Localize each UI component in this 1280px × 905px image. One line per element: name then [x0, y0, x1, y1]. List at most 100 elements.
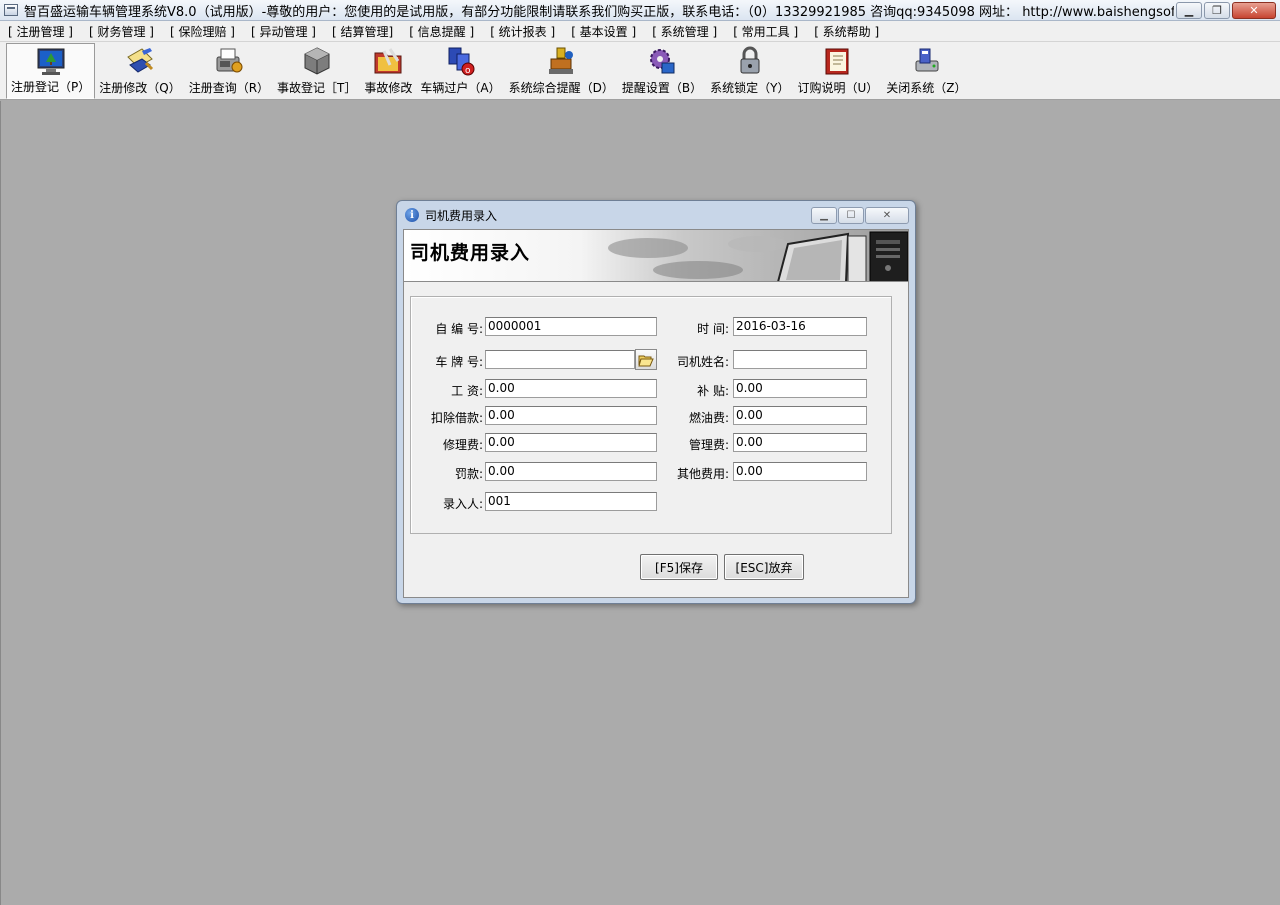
- toolbar-order-info-button[interactable]: 订购说明（U）: [793, 43, 882, 99]
- menu-tools[interactable]: [ 常用工具 ]: [729, 23, 810, 40]
- repair-label: 修理费:: [442, 438, 483, 452]
- book-icon: [825, 48, 849, 75]
- menu-change[interactable]: [ 异动管理 ]: [247, 23, 328, 40]
- driver-label: 司机姓名:: [676, 355, 729, 369]
- menu-register[interactable]: [ 注册管理 ]: [4, 23, 85, 40]
- fine-label: 罚款:: [454, 467, 483, 481]
- toolbar-reminder-button[interactable]: 系统综合提醒（D）: [505, 43, 618, 99]
- minimize-button[interactable]: ▁: [1176, 1, 1202, 19]
- svg-text:o: o: [465, 66, 471, 76]
- dialog-minimize-button[interactable]: ▁: [811, 206, 837, 224]
- app-icon: [4, 4, 18, 16]
- lock-icon: [740, 46, 760, 74]
- dialog-controls: ▁ ☐ ✕: [810, 206, 909, 224]
- close-icon: ✕: [882, 209, 892, 221]
- toolbar-label: 事故登记［T］: [277, 81, 357, 95]
- computer-illustration: [608, 231, 908, 281]
- toolbar: 注册登记（P） 注册修改（Q） 注册查询（R） 事故登记［T］ 事故修改 o 车…: [0, 42, 1280, 100]
- toolbar-label: 订购说明（U）: [797, 81, 879, 95]
- plate-label: 车 牌 号:: [435, 355, 483, 369]
- maximize-icon: ☐: [846, 209, 856, 221]
- plate-browse-button[interactable]: [635, 349, 657, 370]
- subsidy-label: 补 贴:: [697, 384, 729, 398]
- salary-field[interactable]: 0.00: [485, 379, 657, 398]
- folder-open-icon: [638, 355, 654, 366]
- window-title: 智百盛运输车辆管理系统V8.0（试用版）-尊敬的用户：您使用的是试用版，有部分功…: [24, 4, 1174, 20]
- management-label: 管理费:: [688, 438, 729, 452]
- box-icon: [304, 47, 330, 75]
- menu-settlement[interactable]: [ 结算管理]: [328, 23, 405, 40]
- toolbar-label: 注册修改（Q）: [99, 81, 181, 95]
- menu-reports[interactable]: [ 统计报表 ]: [486, 23, 567, 40]
- toolbar-label: 事故修改: [364, 81, 413, 95]
- salary-label: 工 资:: [451, 384, 483, 398]
- menu-finance[interactable]: [ 财务管理 ]: [85, 23, 166, 40]
- menu-bar: [ 注册管理 ] [ 财务管理 ] [ 保险理赔 ] [ 异动管理 ] [ 结算…: [0, 21, 1280, 42]
- time-field[interactable]: 2016-03-16: [733, 317, 867, 336]
- fine-field[interactable]: 0.00: [485, 462, 657, 481]
- fax-search-icon: [216, 48, 243, 73]
- menu-insurance[interactable]: [ 保险理赔 ]: [166, 23, 247, 40]
- save-button[interactable]: [F5]保存: [640, 554, 718, 580]
- banner-title: 司机费用录入: [410, 242, 531, 264]
- deduct-loan-label: 扣除借款:: [430, 411, 483, 425]
- close-button[interactable]: ✕: [1232, 1, 1276, 19]
- cancel-button[interactable]: [ESC]放弃: [724, 554, 804, 580]
- dialog-close-button[interactable]: ✕: [865, 206, 909, 224]
- dialog-banner: 司机费用录入: [404, 230, 908, 282]
- time-label: 时 间:: [697, 322, 729, 336]
- toolbar-label: 车辆过户（A）: [420, 81, 501, 95]
- minimize-icon: ▁: [820, 209, 828, 221]
- driver-field[interactable]: [733, 350, 867, 369]
- restore-button[interactable]: ❐: [1204, 1, 1230, 19]
- alert-icon: [549, 47, 574, 74]
- info-icon: i: [405, 208, 419, 222]
- toolbar-exit-button[interactable]: 关闭系统（Z）: [882, 43, 970, 99]
- minimize-icon: ▁: [1184, 3, 1194, 17]
- menu-reminder[interactable]: [ 信息提醒 ]: [405, 23, 486, 40]
- toolbar-label: 系统综合提醒（D）: [508, 81, 614, 95]
- plate-field[interactable]: [485, 350, 635, 369]
- monitor-icon: [37, 48, 65, 75]
- toolbar-reminder-settings-button[interactable]: 提醒设置（B）: [618, 43, 706, 99]
- expense-form: 自 编 号: 0000001 时 间: 2016-03-16 车 牌 号: 司机…: [410, 296, 892, 534]
- restore-icon: ❐: [1212, 3, 1222, 17]
- entered-by-label: 录入人:: [442, 497, 483, 511]
- driver-expense-dialog: i 司机费用录入 ▁ ☐ ✕ 司机费用录入 自 编 号: 0000001 时 间…: [396, 200, 916, 604]
- serial-label: 自 编 号:: [435, 322, 483, 336]
- toolbar-transfer-button[interactable]: o 车辆过户（A）: [416, 43, 504, 99]
- subsidy-field[interactable]: 0.00: [733, 379, 867, 398]
- dialog-body: 司机费用录入 自 编 号: 0000001 时 间: 2016-03-16 车 …: [403, 229, 909, 598]
- close-icon: ✕: [1249, 3, 1259, 17]
- folder-edit-icon: [374, 48, 402, 74]
- menu-system[interactable]: [ 系统管理 ]: [648, 23, 729, 40]
- dialog-title-bar[interactable]: i 司机费用录入 ▁ ☐ ✕: [397, 201, 915, 229]
- menu-help[interactable]: [ 系统帮助 ]: [810, 23, 891, 40]
- toolbar-accident-register-button[interactable]: 事故登记［T］: [273, 43, 360, 99]
- exit-icon: [915, 48, 939, 72]
- repair-field[interactable]: 0.00: [485, 433, 657, 452]
- window-controls: ▁ ❐ ✕: [1174, 1, 1276, 19]
- entered-by-field[interactable]: 001: [485, 492, 657, 511]
- menu-basic-settings[interactable]: [ 基本设置 ]: [567, 23, 648, 40]
- toolbar-lock-button[interactable]: 系统锁定（Y）: [706, 43, 793, 99]
- toolbar-label: 注册登记（P）: [11, 80, 91, 94]
- transfer-icon: o: [448, 47, 475, 76]
- deduct-loan-field[interactable]: 0.00: [485, 406, 657, 425]
- dialog-title: 司机费用录入: [425, 208, 498, 223]
- fuel-field[interactable]: 0.00: [733, 406, 867, 425]
- toolbar-register-edit-button[interactable]: 注册修改（Q）: [95, 43, 184, 99]
- toolbar-label: 关闭系统（Z）: [886, 81, 967, 95]
- management-field[interactable]: 0.00: [733, 433, 867, 452]
- toolbar-register-button[interactable]: 注册登记（P）: [6, 43, 96, 99]
- other-field[interactable]: 0.00: [733, 462, 867, 481]
- fuel-label: 燃油费:: [688, 411, 729, 425]
- other-label: 其他费用:: [676, 467, 729, 481]
- toolbar-register-query-button[interactable]: 注册查询（R）: [185, 43, 273, 99]
- toolbar-label: 系统锁定（Y）: [710, 81, 790, 95]
- dialog-maximize-button[interactable]: ☐: [838, 206, 864, 224]
- serial-field[interactable]: 0000001: [485, 317, 657, 336]
- gear-icon: [649, 49, 675, 74]
- title-bar: 智百盛运输车辆管理系统V8.0（试用版）-尊敬的用户：您使用的是试用版，有部分功…: [0, 0, 1280, 21]
- toolbar-accident-edit-button[interactable]: 事故修改: [360, 43, 416, 99]
